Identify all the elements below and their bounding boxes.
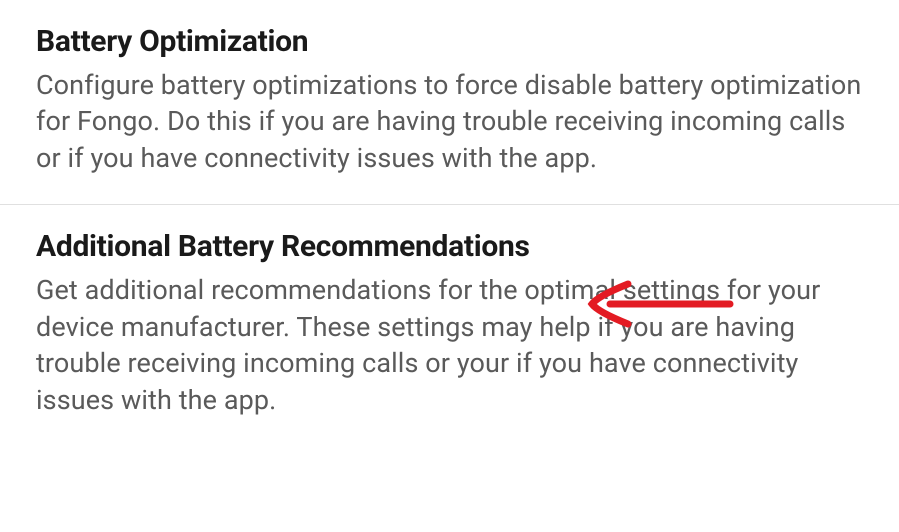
- settings-description: Configure battery optimizations to force…: [36, 67, 863, 176]
- settings-title: Battery Optimization: [36, 24, 863, 59]
- settings-description: Get additional recommendations for the o…: [36, 272, 863, 418]
- settings-title: Additional Battery Recommendations: [36, 229, 863, 264]
- settings-list: Battery Optimization Configure battery o…: [0, 0, 899, 446]
- settings-item-battery-optimization[interactable]: Battery Optimization Configure battery o…: [0, 0, 899, 205]
- settings-item-additional-battery-recommendations[interactable]: Additional Battery Recommendations Get a…: [0, 205, 899, 446]
